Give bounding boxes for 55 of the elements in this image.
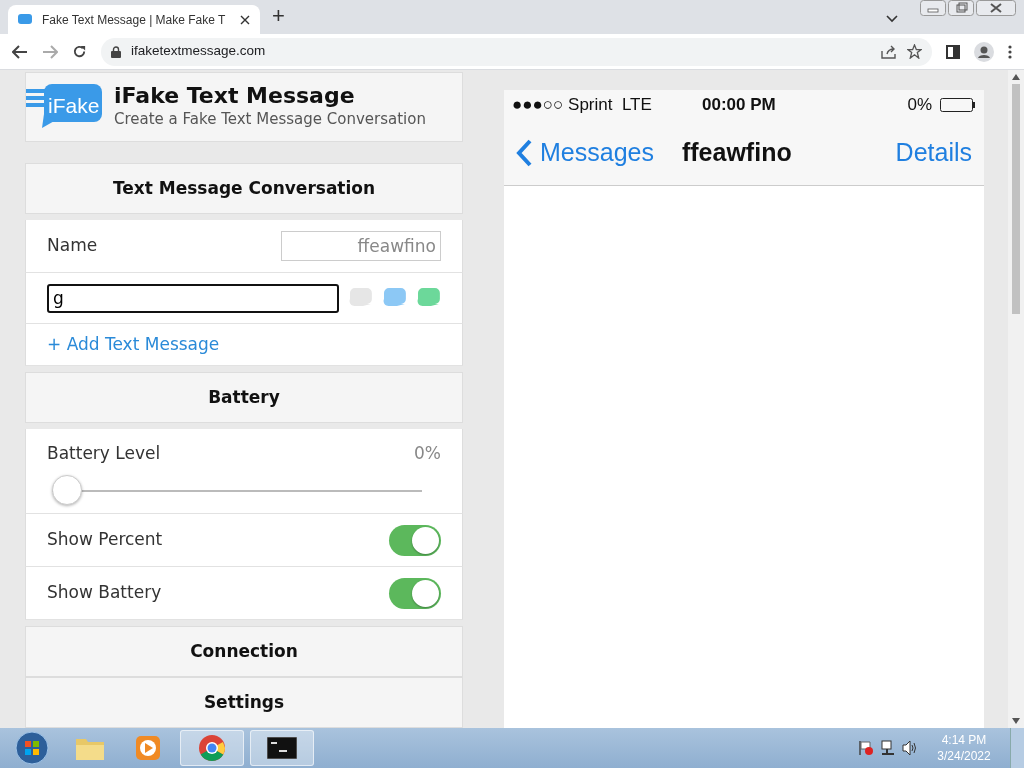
site-subtitle: Create a Fake Text Message Conversation [114,108,426,130]
back-link[interactable]: Messages [516,133,654,172]
ifake-logo: iFake [24,84,104,130]
name-label: Name [47,234,98,258]
contact-name: ffeawfino [681,136,792,168]
bubble-color-swatch[interactable] [417,287,441,309]
flag-icon[interactable] [858,740,874,756]
address-bar[interactable]: ifaketextmessage.com [101,37,932,66]
battery-level-reading: 0% [414,442,441,465]
back-icon[interactable] [12,44,28,59]
battery-level-label: Battery Level [47,442,161,465]
chat-icon [18,14,32,25]
toggle-label: Show Percent [47,528,163,552]
battery-percent: 0% [907,94,932,117]
clock-time: 4:14 PM [940,731,988,748]
side-panel-icon[interactable] [946,44,960,59]
message-field[interactable]: g [47,283,340,313]
menu-icon[interactable] [1008,44,1012,59]
reload-icon[interactable] [72,44,87,59]
section-heading: Text Message Conversation [25,163,463,214]
scroll-down-icon[interactable] [1012,718,1020,724]
chrome-icon[interactable] [180,730,244,766]
chevron-left-icon [516,138,532,167]
clock-text: 00:00 PM [702,94,776,117]
section-heading: Settings [25,677,463,728]
clock-date: 3/24/2022 [936,748,992,765]
carrier-text: ●●●○○ Sprint LTE [512,94,653,117]
section-heading: Connection [25,626,463,677]
browser-tab[interactable]: Fake Text Message | Make Fake T [8,5,260,34]
close-icon[interactable] [976,0,1016,16]
details-link[interactable]: Details [895,133,972,172]
network-icon[interactable] [880,740,896,756]
battery-icon [940,98,976,112]
restore-icon[interactable] [948,0,974,16]
terminal-icon[interactable] [250,730,314,766]
bubble-color-swatch[interactable] [383,287,408,309]
site-title: iFake Text Message [114,83,356,108]
star-icon[interactable] [907,44,922,59]
chevron-down-icon[interactable] [886,15,898,23]
toggle-label: Show Battery [47,581,162,605]
section-heading: Battery [25,372,463,423]
speaker-icon[interactable] [902,740,918,756]
name-field[interactable]: ffeawfino [281,231,441,261]
toggle-switch[interactable] [389,577,441,609]
bubble-color-swatch[interactable] [349,287,374,309]
profile-icon[interactable] [974,41,994,62]
share-icon[interactable] [881,44,897,59]
new-tab-button[interactable]: + [260,0,297,34]
lock-icon [111,45,121,58]
close-icon[interactable] [240,14,250,25]
toggle-switch[interactable] [389,524,441,556]
scrollbar[interactable] [1008,70,1024,728]
scroll-thumb[interactable] [1012,84,1020,314]
scroll-up-icon[interactable] [1012,74,1020,80]
url-text: ifaketextmessage.com [131,42,266,61]
